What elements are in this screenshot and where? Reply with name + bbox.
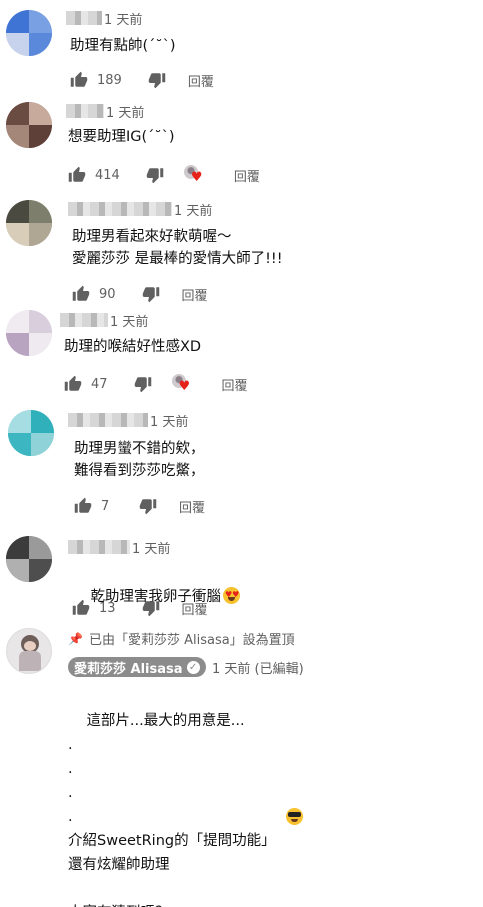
avatar[interactable] <box>6 102 52 148</box>
comment-time[interactable]: 1 天前 <box>110 311 148 330</box>
comment-time[interactable]: 1 天前 <box>174 200 212 219</box>
comment-time[interactable]: 1 天前 <box>104 9 142 28</box>
heart-eyes-emoji: ♥♥ <box>222 587 240 604</box>
comment-item: 1 天前 助理的喉結好性感XD 47 ♥ 回覆 <box>0 306 483 404</box>
channel-owner-avatar[interactable] <box>6 628 52 674</box>
thumbs-up-icon <box>70 71 88 87</box>
comment-text: 助理的喉結好性感XD <box>64 339 202 355</box>
comment-meta: 1 天前 <box>68 200 212 219</box>
thumbs-down-icon <box>142 287 159 303</box>
thumbs-up-icon <box>64 375 82 391</box>
avatar[interactable] <box>6 10 52 56</box>
sunglasses-emoji <box>286 808 303 825</box>
comment-time[interactable]: 1 天前 <box>150 411 188 430</box>
comment-item: 1 天前 乾助理害我卵子衝腦 ♥♥ 13 回覆 <box>0 530 483 622</box>
comment-actions: 7 回覆 <box>74 496 205 516</box>
comment-text: 助理男蠻不錯的欸， 難得看到莎莎吃鱉， <box>74 441 205 479</box>
like-button[interactable] <box>72 599 90 617</box>
comment-meta: 1 天前 <box>60 311 148 330</box>
comment-actions: 414 ♥ 回覆 <box>68 165 260 185</box>
comment-text: 助理男看起來好軟萌喔～ 愛麗莎莎 是最棒的愛情大師了!!! <box>72 229 283 267</box>
pin-icon: 📌 <box>68 631 83 646</box>
comment-text-content: 這部片...最大的用意是... . . . . 介紹SweetRing的「提問功… <box>68 713 276 907</box>
like-count: 189 <box>97 72 122 88</box>
author-name[interactable] <box>68 202 172 216</box>
thumbs-down-icon <box>146 168 164 184</box>
comment-item: 1 天前 助理男蠻不錯的欸， 難得看到莎莎吃鱉， 7 回覆 <box>0 404 483 530</box>
like-count: 7 <box>101 498 110 514</box>
owner-name-chip[interactable]: 愛莉莎莎 Alisasa ✓ <box>68 657 206 677</box>
verified-check-icon: ✓ <box>186 660 200 674</box>
comment-actions: 90 回覆 <box>72 284 208 304</box>
reply-button[interactable]: 回覆 <box>182 599 208 618</box>
comment-meta: 1 天前 <box>68 411 188 430</box>
thumbs-down-icon <box>148 73 166 89</box>
comment-actions: 47 ♥ 回覆 <box>64 374 248 394</box>
author-name[interactable] <box>60 313 108 327</box>
thumbs-up-icon <box>72 599 90 615</box>
like-button[interactable] <box>72 285 90 303</box>
creator-heart-icon: ♥ <box>171 374 194 394</box>
comment-time[interactable]: 1 天前 <box>132 538 170 557</box>
comment-text: 助理有點帥(ˊ˘ˋ) <box>70 38 176 54</box>
reply-button[interactable]: 回覆 <box>234 166 260 185</box>
reply-button[interactable]: 回覆 <box>222 375 248 394</box>
dislike-button[interactable] <box>148 71 166 89</box>
like-count: 13 <box>99 600 116 616</box>
author-name[interactable] <box>66 104 104 118</box>
thumbs-down-icon <box>134 377 151 393</box>
avatar[interactable] <box>6 310 52 356</box>
comment-text: 這部片...最大的用意是... . . . . 介紹SweetRing的「提問功… <box>68 685 276 907</box>
thumbs-down-icon <box>142 601 159 617</box>
comment-text: 想要助理IG(ˊ˘ˋ) <box>68 129 175 145</box>
owner-name: 愛莉莎莎 Alisasa <box>74 661 183 677</box>
reply-button[interactable]: 回覆 <box>179 497 205 516</box>
comment-meta: 1 天前 <box>66 9 142 28</box>
comment-item: 1 天前 助理有點帥(ˊ˘ˋ) 189 回覆 <box>0 0 483 100</box>
creator-heart-icon: ♥ <box>183 165 206 185</box>
comment-time[interactable]: 1 天前 (已編輯) <box>212 658 304 677</box>
pinned-comment: 📌 已由「愛莉莎莎 Alisasa」設為置頂 愛莉莎莎 Alisasa ✓ 1 … <box>0 622 483 907</box>
comment-time-text: 1 天前 (已編輯) <box>212 661 304 677</box>
comment-meta: 1 天前 <box>66 102 144 121</box>
dislike-button[interactable] <box>134 375 152 393</box>
pinned-label: 📌 已由「愛莉莎莎 Alisasa」設為置頂 <box>68 629 295 649</box>
comment-item: 1 天前 想要助理IG(ˊ˘ˋ) 414 ♥ 回覆 <box>0 100 483 196</box>
like-count: 90 <box>99 286 116 302</box>
comment-time[interactable]: 1 天前 <box>106 102 144 121</box>
comment-item: 1 天前 助理男看起來好軟萌喔～ 愛麗莎莎 是最棒的愛情大師了!!! 90 回覆 <box>0 196 483 306</box>
like-button[interactable] <box>64 375 82 393</box>
thumbs-down-icon <box>139 499 157 515</box>
author-name[interactable] <box>68 540 130 554</box>
like-button[interactable] <box>70 71 88 89</box>
comment-meta: 1 天前 <box>68 538 170 557</box>
thumbs-up-icon <box>74 497 92 513</box>
dislike-button[interactable] <box>139 497 157 515</box>
like-button[interactable] <box>74 497 92 515</box>
author-name[interactable] <box>66 11 102 25</box>
pinned-text: 已由「愛莉莎莎 Alisasa」設為置頂 <box>88 633 295 648</box>
like-button[interactable] <box>68 166 86 184</box>
avatar[interactable] <box>6 536 52 582</box>
author-name[interactable] <box>68 413 148 427</box>
reply-button[interactable]: 回覆 <box>188 71 214 90</box>
comment-actions: 189 回覆 <box>70 70 214 90</box>
dislike-button[interactable] <box>142 599 160 617</box>
reply-button[interactable]: 回覆 <box>182 285 208 304</box>
comment-text: 乾助理害我卵子衝腦 ♥♥ <box>72 564 240 630</box>
thumbs-up-icon <box>72 285 90 301</box>
dislike-button[interactable] <box>142 285 160 303</box>
avatar[interactable] <box>6 200 52 246</box>
thumbs-up-icon <box>68 166 86 182</box>
like-count: 47 <box>91 376 108 392</box>
like-count: 414 <box>95 167 120 183</box>
dislike-button[interactable] <box>146 166 164 184</box>
avatar[interactable] <box>8 410 54 456</box>
comment-actions: 13 回覆 <box>72 598 208 618</box>
